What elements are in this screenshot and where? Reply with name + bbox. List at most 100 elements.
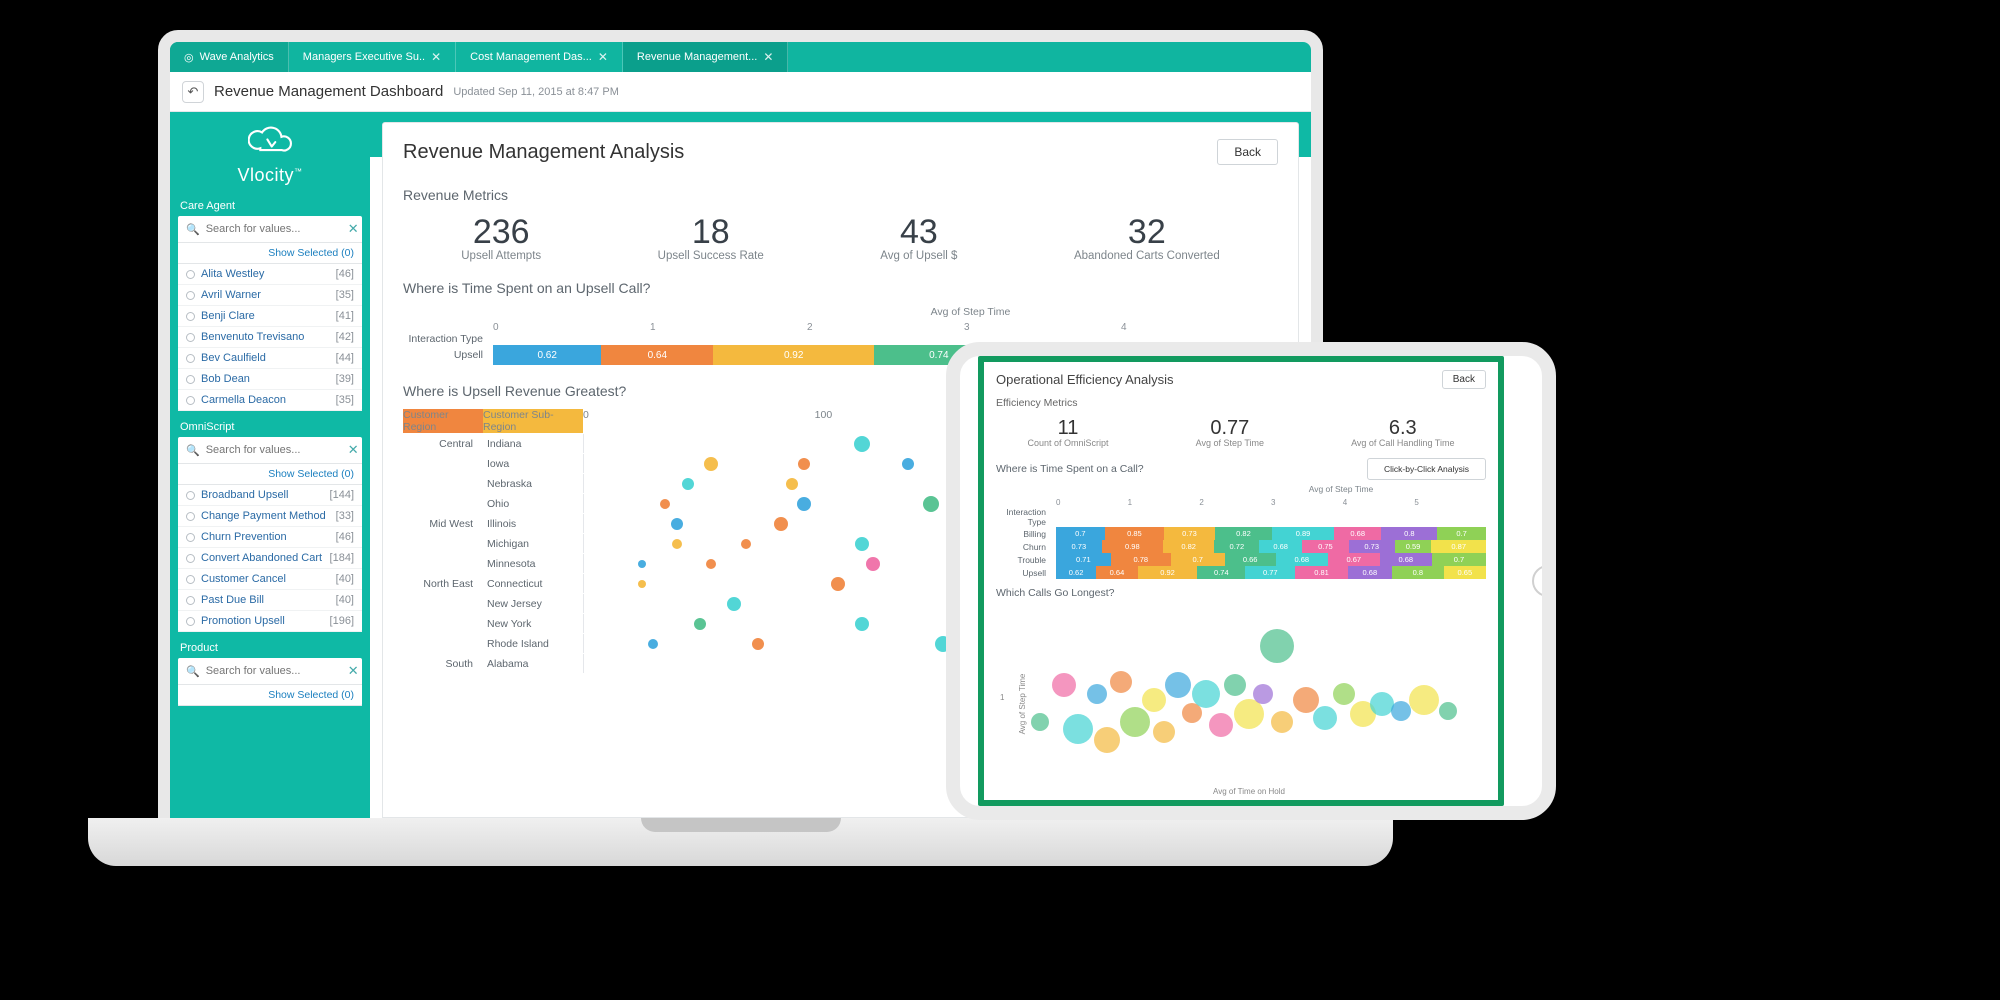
step-seg[interactable]: 0.73 (1056, 540, 1102, 553)
facet-search[interactable]: 🔍 ✕ (178, 658, 362, 685)
close-icon[interactable]: ✕ (431, 50, 441, 64)
bubble[interactable] (786, 478, 798, 490)
facet-item[interactable]: Alita Westley [46] (178, 264, 362, 285)
cloud-bubble[interactable] (1439, 702, 1457, 720)
bubble[interactable] (704, 457, 718, 471)
tab-item[interactable]: Cost Management Das... ✕ (456, 42, 623, 72)
bubble[interactable] (671, 518, 683, 530)
bubble[interactable] (638, 580, 646, 588)
bubble[interactable] (660, 499, 670, 509)
step-seg[interactable]: 0.59 (1395, 540, 1432, 553)
bubble[interactable] (727, 597, 741, 611)
step-seg[interactable]: 0.77 (1245, 566, 1295, 579)
facet-item[interactable]: Benji Clare [41] (178, 306, 362, 327)
tab-item[interactable]: Revenue Management... ✕ (623, 42, 789, 72)
step-seg[interactable]: 0.64 (601, 345, 713, 365)
step-seg[interactable]: 0.68 (1276, 553, 1328, 566)
facet-item[interactable]: Bob Dean [39] (178, 369, 362, 390)
cloud-bubble[interactable] (1192, 680, 1220, 708)
step-seg[interactable]: 0.92 (713, 345, 874, 365)
close-icon[interactable]: ✕ (763, 50, 773, 64)
step-seg[interactable]: 0.81 (1295, 566, 1348, 579)
facet-item[interactable]: Benvenuto Trevisano [42] (178, 327, 362, 348)
cloud-bubble[interactable] (1120, 707, 1150, 737)
bubble[interactable] (694, 618, 706, 630)
bubble[interactable] (752, 638, 764, 650)
click-analysis-button[interactable]: Click-by-Click Analysis (1367, 458, 1486, 480)
bubble[interactable] (648, 639, 658, 649)
bubble[interactable] (831, 577, 845, 591)
facet-item[interactable]: Promotion Upsell [196] (178, 611, 362, 632)
cloud-bubble[interactable] (1209, 713, 1233, 737)
cloud-bubble[interactable] (1110, 671, 1132, 693)
bubble[interactable] (774, 517, 788, 531)
step-seg[interactable]: 0.74 (1197, 566, 1245, 579)
facet-item[interactable]: Change Payment Method [33] (178, 506, 362, 527)
step-seg[interactable]: 0.89 (1272, 527, 1334, 540)
bubble[interactable] (798, 458, 810, 470)
step-seg[interactable]: 0.82 (1163, 540, 1214, 553)
step-seg[interactable]: 0.73 (1164, 527, 1215, 540)
step-seg[interactable]: 0.62 (493, 345, 601, 365)
cloud-bubble[interactable] (1153, 721, 1175, 743)
step-seg[interactable]: 0.82 (1215, 527, 1272, 540)
cloud-bubble[interactable] (1165, 672, 1191, 698)
facet-item[interactable]: Carmella Deacon [35] (178, 390, 362, 411)
bubble[interactable] (706, 559, 716, 569)
show-selected-link[interactable]: Show Selected (0) (178, 464, 362, 485)
step-seg[interactable]: 0.64 (1096, 566, 1138, 579)
clear-icon[interactable]: ✕ (348, 663, 359, 679)
tablet-back-button[interactable]: Back (1442, 370, 1486, 389)
search-input[interactable] (206, 223, 348, 235)
bubble[interactable] (638, 560, 646, 568)
step-seg[interactable]: 0.85 (1105, 527, 1164, 540)
cloud-bubble[interactable] (1031, 713, 1049, 731)
bubble[interactable] (682, 478, 694, 490)
search-input[interactable] (206, 665, 348, 677)
cloud-bubble[interactable] (1087, 684, 1107, 704)
step-seg[interactable]: 0.67 (1328, 553, 1380, 566)
step-seg[interactable]: 0.66 (1225, 553, 1276, 566)
facet-item[interactable]: Churn Prevention [46] (178, 527, 362, 548)
show-selected-link[interactable]: Show Selected (0) (178, 243, 362, 264)
search-input[interactable] (206, 444, 348, 456)
step-seg[interactable]: 0.68 (1348, 566, 1392, 579)
bubble[interactable] (797, 497, 811, 511)
step-seg[interactable]: 0.98 (1102, 540, 1163, 553)
bubble[interactable] (855, 537, 869, 551)
cloud-bubble[interactable] (1391, 701, 1411, 721)
back-button[interactable]: Back (1217, 139, 1278, 165)
step-seg[interactable]: 0.7 (1056, 527, 1105, 540)
step-seg[interactable]: 0.68 (1380, 553, 1432, 566)
step-seg[interactable]: 0.87 (1431, 540, 1485, 553)
bubble[interactable] (672, 539, 682, 549)
cloud-bubble[interactable] (1260, 629, 1294, 663)
tab-item[interactable]: Managers Executive Su.. ✕ (289, 42, 456, 72)
clear-icon[interactable]: ✕ (348, 221, 359, 237)
facet-search[interactable]: 🔍 ✕ (178, 216, 362, 243)
cloud-bubble[interactable] (1052, 673, 1076, 697)
cloud-bubble[interactable] (1224, 674, 1246, 696)
home-button-icon[interactable] (1532, 565, 1556, 597)
bubble[interactable] (854, 436, 870, 452)
show-selected-link[interactable]: Show Selected (0) (178, 685, 362, 706)
bubble[interactable] (741, 539, 751, 549)
step-seg[interactable]: 0.68 (1259, 540, 1302, 553)
facet-item[interactable]: Bev Caulfield [44] (178, 348, 362, 369)
step-seg[interactable]: 0.8 (1392, 566, 1444, 579)
step-seg[interactable]: 0.78 (1111, 553, 1171, 566)
step-seg[interactable]: 0.7 (1171, 553, 1225, 566)
step-seg[interactable]: 0.71 (1056, 553, 1111, 566)
cloud-bubble[interactable] (1063, 714, 1093, 744)
step-seg[interactable]: 0.68 (1334, 527, 1381, 540)
step-seg[interactable]: 0.7 (1437, 527, 1486, 540)
facet-item[interactable]: Customer Cancel [40] (178, 569, 362, 590)
cloud-bubble[interactable] (1094, 727, 1120, 753)
facet-item[interactable]: Avril Warner [35] (178, 285, 362, 306)
step-seg[interactable]: 0.75 (1302, 540, 1349, 553)
step-seg[interactable]: 0.72 (1214, 540, 1259, 553)
cloud-bubble[interactable] (1409, 685, 1439, 715)
undo-button[interactable]: ↶ (182, 81, 204, 103)
facet-item[interactable]: Past Due Bill [40] (178, 590, 362, 611)
cloud-bubble[interactable] (1253, 684, 1273, 704)
